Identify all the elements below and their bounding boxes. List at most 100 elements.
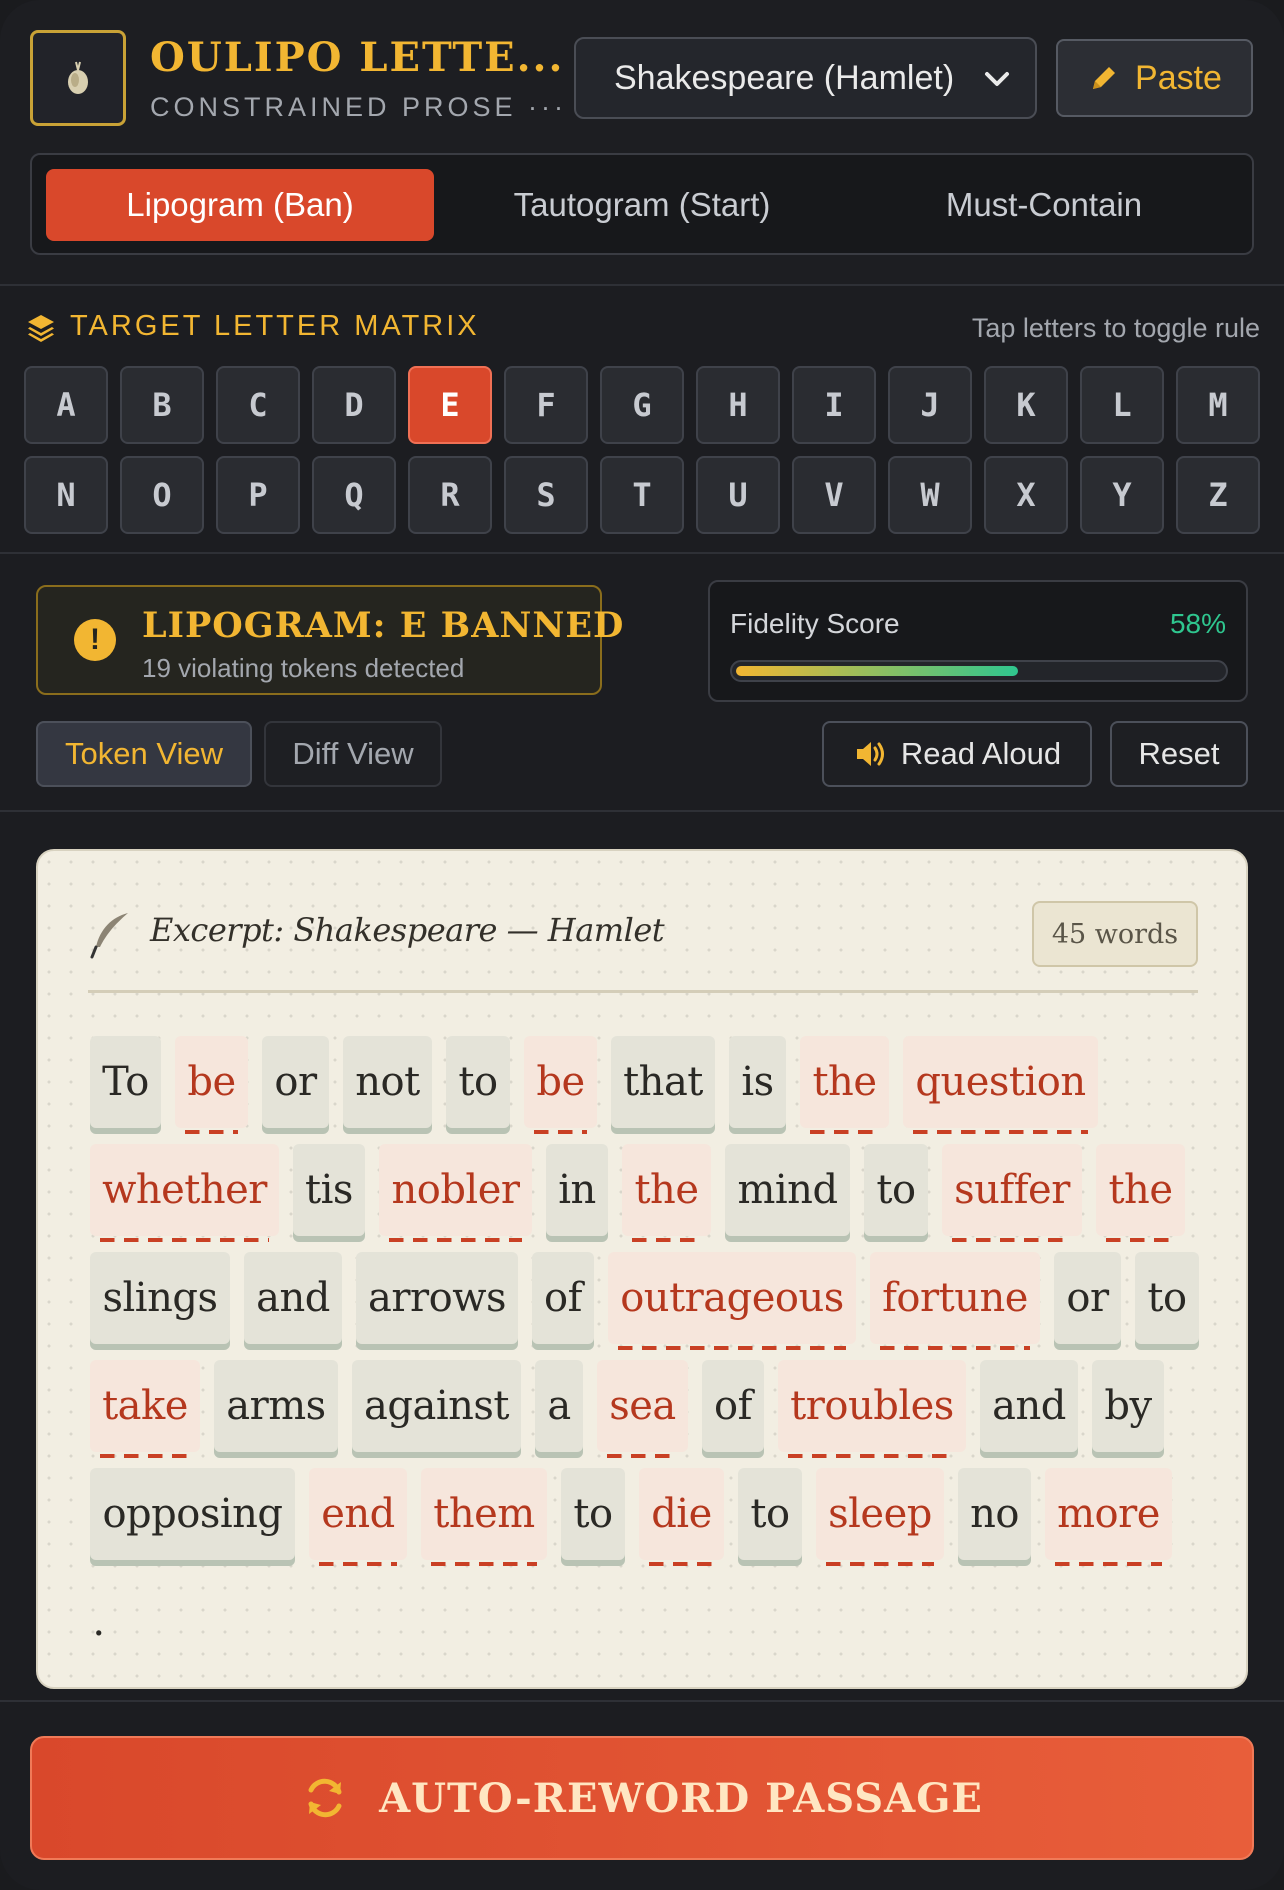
letter-key-t[interactable]: T xyxy=(600,456,684,534)
word-token[interactable]: arrows xyxy=(356,1252,518,1344)
word-token[interactable]: to xyxy=(446,1036,510,1128)
matrix-title: TARGET LETTER MATRIX xyxy=(26,310,480,343)
letter-key-v[interactable]: V xyxy=(792,456,876,534)
letter-key-y[interactable]: Y xyxy=(1080,456,1164,534)
word-token[interactable]: arms xyxy=(214,1360,338,1452)
violating-token[interactable]: more xyxy=(1045,1468,1172,1566)
violating-token[interactable]: take xyxy=(90,1360,200,1458)
violating-token[interactable]: them xyxy=(421,1468,547,1566)
word-token[interactable]: not xyxy=(343,1036,432,1128)
word-token[interactable]: a xyxy=(535,1360,583,1452)
read-aloud-button[interactable]: Read Aloud xyxy=(822,721,1092,787)
word-token[interactable]: mind xyxy=(725,1144,850,1236)
header: OULIPO LETTE... CONSTRAINED PROSE ··· Sh… xyxy=(0,0,1284,286)
matrix-title-text: TARGET LETTER MATRIX xyxy=(70,310,480,342)
tab-tautogram[interactable]: Tautogram (Start) xyxy=(448,169,836,241)
alert-icon: ! xyxy=(74,619,116,661)
word-token[interactable]: against xyxy=(352,1360,521,1452)
violating-token[interactable]: question xyxy=(903,1036,1098,1134)
paste-button[interactable]: Paste xyxy=(1056,39,1253,117)
fidelity-score-card: Fidelity Score 58% xyxy=(708,580,1248,702)
violating-token[interactable]: be xyxy=(175,1036,248,1134)
letter-key-k[interactable]: K xyxy=(984,366,1068,444)
violation-count: 19 violating tokens detected xyxy=(142,653,465,683)
violating-token[interactable]: fortune xyxy=(870,1252,1040,1350)
letter-key-g[interactable]: G xyxy=(600,366,684,444)
letter-key-f[interactable]: F xyxy=(504,366,588,444)
violating-token[interactable]: end xyxy=(309,1468,407,1566)
letter-key-o[interactable]: O xyxy=(120,456,204,534)
fidelity-value: 58% xyxy=(1169,608,1226,639)
word-token[interactable]: opposing xyxy=(90,1468,295,1560)
violating-token[interactable]: whether xyxy=(90,1144,279,1242)
violating-token[interactable]: sleep xyxy=(816,1468,944,1566)
matrix-hint: Tap letters to toggle rule xyxy=(971,313,1260,343)
letter-key-i[interactable]: I xyxy=(792,366,876,444)
letter-key-u[interactable]: U xyxy=(696,456,780,534)
letter-key-q[interactable]: Q xyxy=(312,456,396,534)
passage-card: Excerpt: Shakespeare — Hamlet 45 words T… xyxy=(36,849,1248,1689)
token-view-button[interactable]: Token View xyxy=(36,721,252,787)
letter-key-s[interactable]: S xyxy=(504,456,588,534)
tab-lipogram[interactable]: Lipogram (Ban) xyxy=(46,169,434,241)
speaker-icon xyxy=(856,742,884,766)
violating-token[interactable]: outrageous xyxy=(608,1252,856,1350)
letter-key-h[interactable]: H xyxy=(696,366,780,444)
mode-tabs: Lipogram (Ban) Tautogram (Start) Must-Co… xyxy=(30,153,1254,255)
violating-token[interactable]: the xyxy=(800,1036,889,1134)
word-token[interactable]: To xyxy=(90,1036,161,1128)
source-select[interactable]: Shakespeare (Hamlet) xyxy=(574,37,1037,119)
violating-token[interactable]: be xyxy=(524,1036,597,1134)
violating-token[interactable]: the xyxy=(622,1144,711,1242)
letter-key-x[interactable]: X xyxy=(984,456,1068,534)
word-token[interactable]: to xyxy=(738,1468,802,1560)
word-token[interactable]: is xyxy=(729,1036,786,1128)
letter-key-r[interactable]: R xyxy=(408,456,492,534)
auto-reword-button[interactable]: AUTO-REWORD PASSAGE xyxy=(30,1736,1254,1860)
letter-key-b[interactable]: B xyxy=(120,366,204,444)
letter-key-l[interactable]: L xyxy=(1080,366,1164,444)
letter-key-j[interactable]: J xyxy=(888,366,972,444)
word-token[interactable]: by xyxy=(1092,1360,1164,1452)
word-token[interactable]: to xyxy=(561,1468,625,1560)
violating-token[interactable]: sea xyxy=(597,1360,688,1458)
word-token[interactable]: and xyxy=(244,1252,342,1344)
violating-token[interactable]: the xyxy=(1096,1144,1185,1242)
feather-icon xyxy=(90,913,128,959)
tab-must-contain[interactable]: Must-Contain xyxy=(850,169,1238,241)
letter-key-n[interactable]: N xyxy=(24,456,108,534)
word-token[interactable]: that xyxy=(611,1036,715,1128)
app-window: OULIPO LETTE... CONSTRAINED PROSE ··· Sh… xyxy=(0,0,1284,1890)
violating-token[interactable]: nobler xyxy=(379,1144,532,1242)
letter-key-z[interactable]: Z xyxy=(1176,456,1260,534)
word-token[interactable]: slings xyxy=(90,1252,230,1344)
word-token[interactable]: to xyxy=(864,1144,928,1236)
paste-label: Paste xyxy=(1135,58,1222,97)
letter-key-p[interactable]: P xyxy=(216,456,300,534)
letter-matrix: TARGET LETTER MATRIX Tap letters to togg… xyxy=(0,288,1284,554)
word-token[interactable]: of xyxy=(532,1252,594,1344)
word-token[interactable]: or xyxy=(262,1036,329,1128)
reset-button[interactable]: Reset xyxy=(1110,721,1248,787)
word-token[interactable]: of xyxy=(702,1360,764,1452)
diff-view-button[interactable]: Diff View xyxy=(264,721,442,787)
letter-key-a[interactable]: A xyxy=(24,366,108,444)
word-count-badge: 45 words xyxy=(1032,901,1198,967)
word-token[interactable]: in xyxy=(546,1144,608,1236)
word-token[interactable]: tis xyxy=(293,1144,365,1236)
word-token[interactable]: no xyxy=(958,1468,1031,1560)
word-token[interactable]: or xyxy=(1054,1252,1121,1344)
word-token[interactable]: to xyxy=(1135,1252,1199,1344)
letter-key-d[interactable]: D xyxy=(312,366,396,444)
letter-key-c[interactable]: C xyxy=(216,366,300,444)
letter-key-e[interactable]: E xyxy=(408,366,492,444)
violating-token[interactable]: troubles xyxy=(778,1360,966,1458)
excerpt-title: Excerpt: Shakespeare — Hamlet xyxy=(150,911,665,949)
word-token[interactable]: and xyxy=(980,1360,1078,1452)
violating-token[interactable]: suffer xyxy=(942,1144,1082,1242)
quill-nib-icon xyxy=(68,61,88,94)
letter-key-m[interactable]: M xyxy=(1176,366,1260,444)
punctuation-token[interactable]: . xyxy=(90,1576,107,1668)
violating-token[interactable]: die xyxy=(639,1468,724,1566)
letter-key-w[interactable]: W xyxy=(888,456,972,534)
